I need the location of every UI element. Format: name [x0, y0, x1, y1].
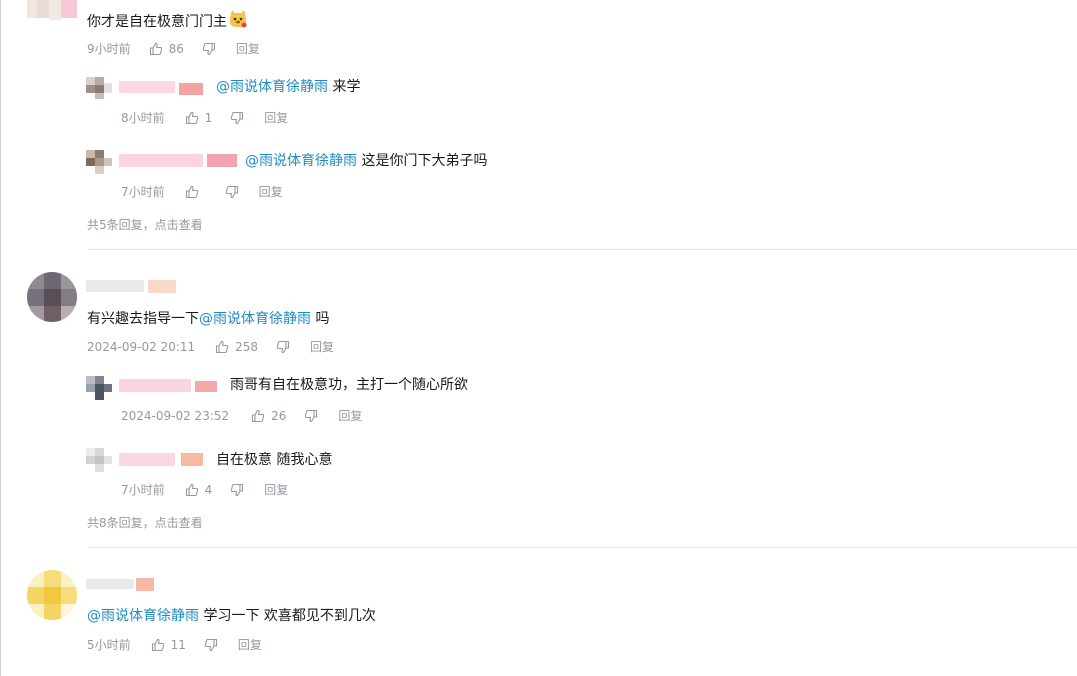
username-blurred[interactable] — [86, 280, 178, 294]
reply-time: 7小时前 — [121, 483, 165, 497]
comment-meta: 9小时前 86 回复 — [87, 41, 260, 57]
mention-link[interactable]: @雨说体育徐静雨 — [87, 608, 199, 624]
reply-avatar[interactable] — [86, 150, 112, 174]
thumb-down-icon — [276, 340, 290, 354]
dislike-button[interactable] — [225, 185, 239, 199]
reply-meta: 2024-09-02 23:52 26 回复 — [121, 408, 362, 424]
comment-time: 2024-09-02 20:11 — [87, 340, 196, 354]
reply-text: 自在极意 随我心意 — [216, 452, 333, 468]
thumb-up-icon — [185, 185, 199, 199]
comment-time: 5小时前 — [87, 638, 131, 652]
comment-text: 有兴趣去指导一下@雨说体育徐静雨 吗 — [87, 311, 330, 327]
user-avatar[interactable] — [27, 570, 77, 620]
page-border — [0, 0, 1, 676]
reply-meta: 8小时前 1 回复 — [121, 110, 288, 126]
like-count: 258 — [235, 340, 259, 354]
thumb-up-icon — [251, 409, 265, 423]
like-button[interactable]: 26 — [251, 408, 286, 424]
reply-time: 7小时前 — [121, 185, 165, 199]
reply-time: 2024-09-02 23:52 — [121, 409, 230, 423]
comment-divider — [88, 249, 1077, 250]
reply-button[interactable]: 回复 — [238, 637, 262, 653]
dislike-button[interactable] — [202, 42, 216, 56]
thumb-up-icon — [149, 42, 163, 56]
thumb-down-icon — [230, 111, 244, 125]
view-more-replies-link[interactable]: 共5条回复，点击查看 — [87, 216, 203, 233]
thumb-up-icon — [185, 483, 199, 497]
reply-button[interactable]: 回复 — [259, 184, 283, 200]
thumb-up-icon — [185, 111, 199, 125]
reply-button[interactable]: 回复 — [264, 110, 288, 126]
comment-divider — [88, 547, 1077, 548]
reply-time: 8小时前 — [121, 111, 165, 125]
thumb-up-icon — [151, 638, 165, 652]
thumb-down-icon — [225, 185, 239, 199]
dislike-button[interactable] — [204, 638, 218, 652]
like-button[interactable]: 11 — [151, 637, 186, 653]
thumb-down-icon — [304, 409, 318, 423]
reply-username-blurred[interactable] — [119, 81, 205, 95]
reply-username-blurred[interactable] — [119, 379, 219, 393]
comment-text: @雨说体育徐静雨 学习一下 欢喜都见不到几次 — [87, 608, 376, 624]
like-count: 11 — [170, 638, 186, 652]
comment-text: 你才是自在极意门门主 — [87, 10, 249, 32]
reply-avatar[interactable] — [86, 77, 112, 99]
dislike-button[interactable] — [304, 409, 318, 423]
username-blurred[interactable] — [86, 578, 156, 592]
dislike-button[interactable] — [230, 111, 244, 125]
dislike-button[interactable] — [276, 340, 290, 354]
user-avatar[interactable] — [27, 272, 77, 322]
mention-link[interactable]: @雨说体育徐静雨 — [245, 153, 357, 169]
user-avatar[interactable] — [27, 0, 77, 22]
like-button[interactable]: 4 — [185, 482, 213, 498]
thumb-up-icon — [215, 340, 229, 354]
like-count: 1 — [204, 111, 213, 125]
thumb-down-icon — [204, 638, 218, 652]
reply-button[interactable]: 回复 — [310, 339, 334, 355]
comment-meta: 5小时前 11 回复 — [87, 637, 262, 653]
like-button[interactable]: 86 — [149, 41, 184, 57]
comment-meta: 2024-09-02 20:11 258 回复 — [87, 339, 334, 355]
like-button[interactable]: 258 — [215, 339, 258, 355]
reply-text: 雨哥有自在极意功，主打一个随心所欲 — [230, 377, 468, 393]
like-count: 26 — [271, 409, 287, 423]
thumb-down-icon — [230, 483, 244, 497]
reply-username-blurred[interactable] — [119, 154, 239, 168]
view-more-replies-link[interactable]: 共8条回复，点击查看 — [87, 514, 203, 531]
reply-username-blurred[interactable] — [119, 453, 209, 467]
reply-avatar[interactable] — [86, 448, 112, 472]
reply-button[interactable]: 回复 — [338, 408, 362, 424]
like-button[interactable]: 1 — [185, 110, 213, 126]
like-count: 4 — [204, 483, 213, 497]
mention-link[interactable]: @雨说体育徐静雨 — [216, 79, 328, 95]
dislike-button[interactable] — [230, 483, 244, 497]
thumb-down-icon — [202, 42, 216, 56]
reply-meta: 7小时前 4 回复 — [121, 482, 288, 498]
dog-emoji-icon — [227, 10, 249, 30]
reply-meta: 7小时前 回复 — [121, 184, 283, 200]
like-count: 86 — [168, 42, 184, 56]
reply-avatar[interactable] — [86, 376, 112, 400]
reply-button[interactable]: 回复 — [264, 482, 288, 498]
mention-link[interactable]: @雨说体育徐静雨 — [199, 311, 311, 327]
comment-time: 9小时前 — [87, 42, 131, 56]
reply-text: @雨说体育徐静雨 来学 — [216, 79, 361, 95]
reply-text: @雨说体育徐静雨 这是你门下大弟子吗 — [245, 153, 488, 169]
reply-button[interactable]: 回复 — [236, 41, 260, 57]
like-button[interactable] — [185, 185, 205, 199]
